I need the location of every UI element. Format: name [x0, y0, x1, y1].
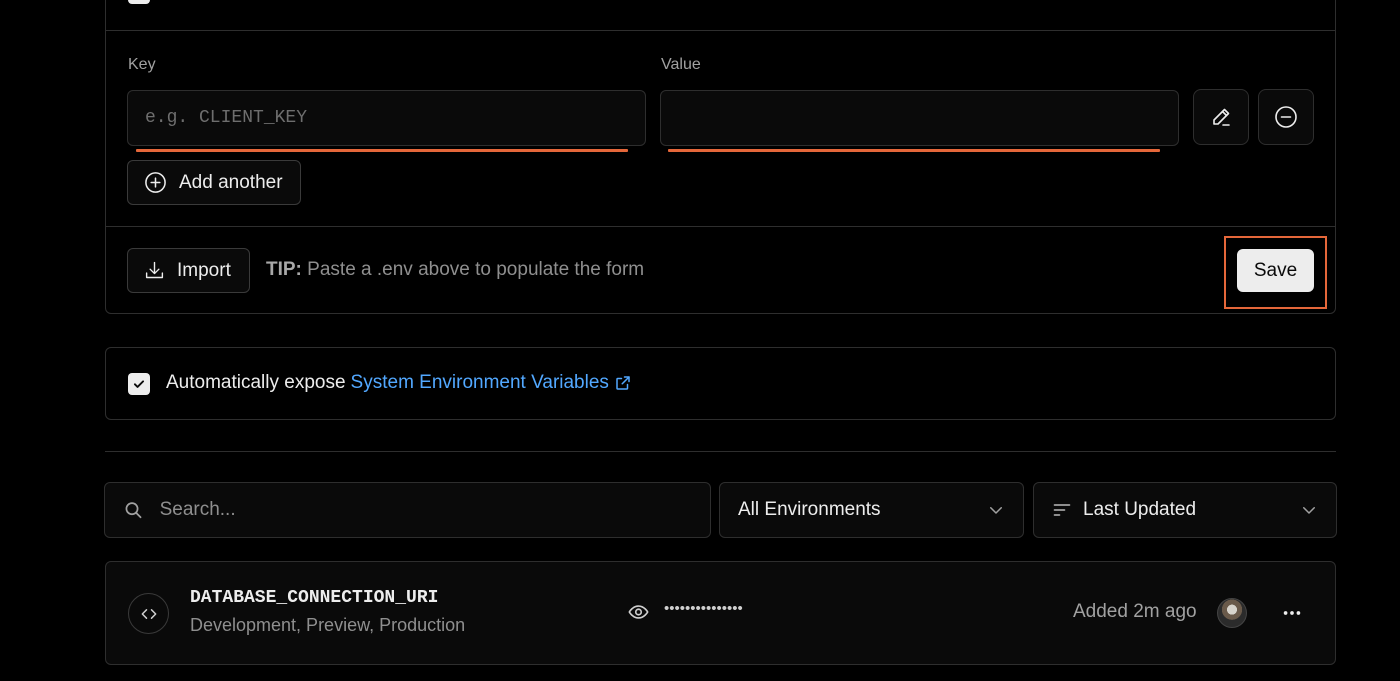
- pencil-icon: [1213, 108, 1230, 126]
- partial-checkbox[interactable]: [128, 0, 150, 4]
- row-menu-button[interactable]: [1280, 601, 1304, 625]
- value-label: Value: [661, 56, 701, 73]
- key-input[interactable]: [145, 108, 628, 128]
- edit-button[interactable]: [1193, 89, 1249, 145]
- more-horizontal-icon: [1283, 611, 1301, 615]
- add-another-button[interactable]: Add another: [127, 160, 301, 205]
- check-icon: [133, 380, 145, 388]
- system-env-label: Automatically expose: [166, 372, 346, 393]
- remove-row-button[interactable]: [1258, 89, 1314, 145]
- env-var-masked-value: •••••••••••••••: [664, 600, 743, 617]
- tip-text: TIP: Paste a .env above to populate the …: [266, 259, 644, 281]
- plus-circle-icon: [145, 172, 166, 193]
- search-input[interactable]: [159, 499, 692, 521]
- search-icon: [125, 502, 142, 519]
- avatar: [1217, 598, 1247, 628]
- sort-select[interactable]: Last Updated: [1033, 482, 1337, 538]
- eye-icon: [628, 605, 649, 619]
- system-env-checkbox[interactable]: [128, 373, 150, 395]
- add-another-label: Add another: [179, 171, 283, 193]
- import-button[interactable]: Import: [127, 248, 250, 293]
- code-icon: [141, 608, 156, 619]
- search-field[interactable]: [104, 482, 711, 538]
- sort-select-value: Last Updated: [1083, 499, 1197, 520]
- env-var-environments: Development, Preview, Production: [190, 615, 466, 635]
- chevron-down-icon: [1303, 507, 1315, 514]
- environment-select[interactable]: All Environments: [719, 482, 1024, 538]
- system-env-text: Automatically expose System Environment …: [166, 372, 632, 394]
- external-link-icon[interactable]: [614, 374, 632, 392]
- download-icon: [145, 261, 164, 279]
- system-env-link[interactable]: System Environment Variables: [351, 372, 609, 394]
- minus-circle-icon: [1275, 106, 1297, 128]
- reveal-value-button[interactable]: [626, 601, 651, 628]
- key-error-underline: [136, 149, 628, 152]
- sort-lines-icon: [1053, 504, 1071, 516]
- form-divider-top: [106, 30, 1335, 31]
- value-error-underline: [668, 149, 1160, 152]
- tip-body: Paste a .env above to populate the form: [307, 259, 645, 280]
- env-var-name[interactable]: DATABASE_CONNECTION_URI: [190, 588, 438, 608]
- tip-prefix: TIP:: [266, 259, 302, 280]
- save-button[interactable]: Save: [1237, 249, 1314, 292]
- sort-select-content: Last Updated: [1052, 499, 1196, 521]
- env-var-added-time: Added 2m ago: [1073, 601, 1197, 622]
- form-divider-bottom: [106, 226, 1335, 227]
- import-label: Import: [177, 259, 231, 281]
- env-var-type-badge: [128, 593, 169, 634]
- key-field[interactable]: [127, 90, 646, 146]
- environment-select-value: All Environments: [738, 499, 881, 520]
- key-label: Key: [128, 56, 156, 73]
- chevron-down-icon: [990, 507, 1002, 514]
- value-input[interactable]: [678, 108, 1161, 128]
- section-divider: [105, 451, 1336, 452]
- value-field[interactable]: [660, 90, 1179, 146]
